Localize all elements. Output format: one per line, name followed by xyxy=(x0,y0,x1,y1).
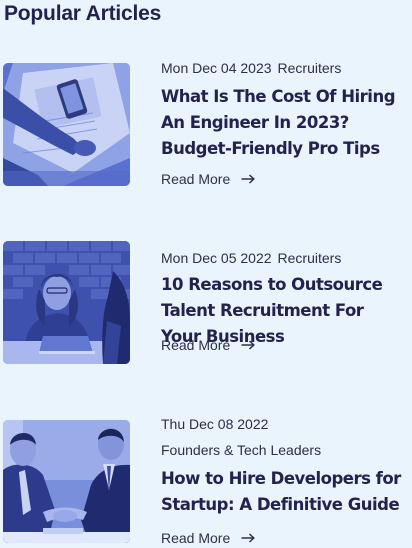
read-more-label: Read More xyxy=(161,171,231,187)
read-more-label: Read More xyxy=(161,337,231,353)
article-date: Mon Dec 04 2023 xyxy=(161,60,272,76)
article-thumbnail-handshake[interactable] xyxy=(3,420,130,543)
article-meta: Mon Dec 05 2022 Recruiters xyxy=(161,248,341,268)
arrow-right-icon xyxy=(241,533,256,543)
article-date: Thu Dec 08 2022 xyxy=(161,416,269,432)
read-more-link[interactable]: Read More xyxy=(161,169,256,189)
article-category-link[interactable]: Founders & Tech Leaders xyxy=(161,440,321,460)
read-more-label: Read More xyxy=(161,530,231,546)
article-title-link[interactable]: How to Hire Developers for Startup: A De… xyxy=(161,466,407,518)
article-thumbnail-analytics[interactable] xyxy=(3,63,130,186)
read-more-link[interactable]: Read More xyxy=(161,528,256,548)
article-date: Mon Dec 05 2022 xyxy=(161,250,272,266)
article-thumbnail-meeting[interactable] xyxy=(3,241,130,364)
section-title: Popular Articles xyxy=(4,2,162,25)
read-more-link[interactable]: Read More xyxy=(161,335,256,355)
article-title-link[interactable]: What Is The Cost Of Hiring An Engineer I… xyxy=(161,84,407,162)
article-category-link[interactable]: Recruiters xyxy=(278,60,342,76)
article-meta: Mon Dec 04 2023 Recruiters xyxy=(161,58,341,78)
arrow-right-icon xyxy=(241,340,256,350)
article-category-link[interactable]: Recruiters xyxy=(278,250,342,266)
arrow-right-icon xyxy=(241,174,256,184)
article-meta: Thu Dec 08 2022 xyxy=(161,414,268,434)
